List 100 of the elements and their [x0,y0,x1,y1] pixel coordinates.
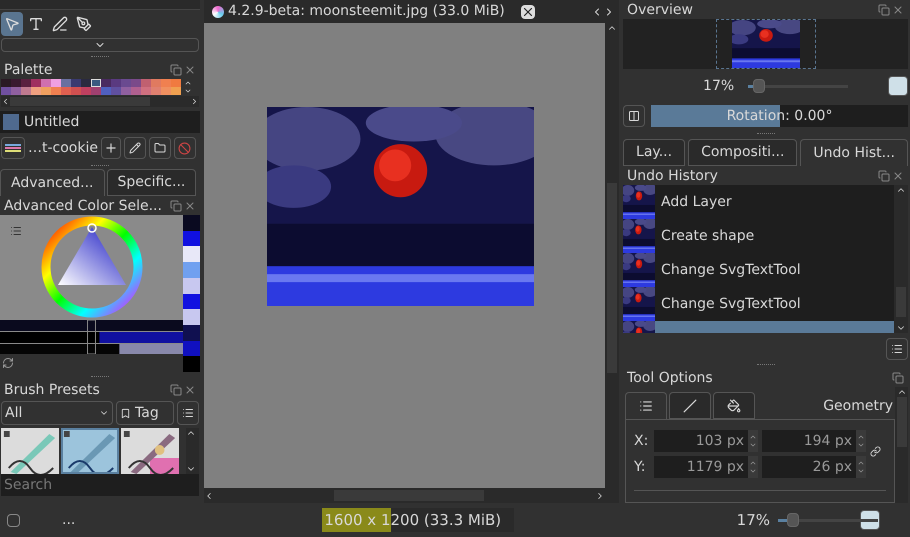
palette-icon[interactable] [1,137,25,159]
color-swatch[interactable] [61,79,71,87]
edit-button[interactable] [124,137,146,159]
number-field[interactable]: 103 px [654,430,758,452]
color-swatch[interactable] [41,79,51,87]
color-swatch[interactable] [31,79,41,87]
color-swatch[interactable] [151,79,161,87]
color-swatch[interactable] [41,87,51,95]
history-item[interactable]: Change SvgTextTool [623,253,894,287]
scroll-up-icon[interactable] [184,79,192,87]
current-color-row[interactable]: Untitled [0,111,200,133]
float-icon[interactable] [170,64,182,76]
color-swatch[interactable] [101,87,111,95]
canvas[interactable] [204,23,606,488]
color-swatch[interactable] [1,79,11,87]
fit-button[interactable] [888,76,908,96]
float-icon[interactable] [170,200,182,212]
tag-button[interactable]: Tag [116,401,174,425]
vertical-scrollbar[interactable] [895,387,908,503]
tab[interactable]: Advanced... [0,169,105,196]
color-swatch[interactable] [131,79,141,87]
color-swatch[interactable] [91,79,101,87]
drag-handle[interactable] [91,164,109,166]
color-swatch[interactable] [161,79,171,87]
number-field[interactable]: 26 px [762,456,866,478]
brush-preset[interactable] [61,428,119,474]
color-swatch[interactable] [31,87,41,95]
color-swatch[interactable] [81,79,91,87]
link-icon[interactable] [870,446,882,456]
tool-button[interactable] [1,12,23,36]
color-sliders-drawing[interactable] [0,320,183,354]
color-swatch[interactable] [21,87,31,95]
options-button[interactable] [886,338,908,360]
tab[interactable] [625,392,668,419]
horizontal-scrollbar[interactable] [1,96,199,107]
color-swatch[interactable] [71,87,81,95]
color-swatch[interactable] [101,79,111,87]
refresh-icon[interactable] [2,357,14,369]
color-swatch[interactable] [21,79,31,87]
color-swatch[interactable] [111,87,121,95]
drag-handle[interactable] [756,132,775,134]
tab[interactable]: Lay... [623,139,686,166]
color-swatch[interactable] [81,87,91,95]
tab[interactable]: Undo Hist... [800,139,908,166]
number-field[interactable]: 194 px [762,430,866,452]
close-icon[interactable] [520,4,535,18]
color-swatch[interactable] [161,87,171,95]
color-wheel-drawing[interactable] [40,215,144,319]
history-item[interactable]: Create shape [623,219,894,253]
color-swatch[interactable] [183,340,200,356]
color-swatch[interactable] [183,309,200,325]
number-field[interactable]: 1179 px [654,456,758,478]
color-swatch[interactable] [121,87,131,95]
color-swatch[interactable] [121,79,131,87]
color-swatch[interactable] [61,87,71,95]
color-swatch[interactable] [183,262,200,278]
float-icon[interactable] [878,170,890,182]
view-options-button[interactable] [177,401,199,425]
tab[interactable] [713,392,756,419]
history-item[interactable] [623,321,894,333]
horizontal-scrollbar[interactable] [204,488,620,503]
color-swatch[interactable] [51,79,61,87]
vertical-scrollbar[interactable] [186,428,199,474]
color-swatch[interactable] [183,230,200,246]
color-swatch[interactable] [11,87,21,95]
open-button[interactable] [148,137,171,159]
color-swatch[interactable] [141,87,151,95]
color-swatch[interactable] [71,79,81,87]
float-icon[interactable] [892,372,904,384]
color-swatch[interactable] [183,246,200,262]
history-item[interactable]: Add Layer [623,185,894,219]
color-swatch[interactable] [151,87,161,95]
color-swatch[interactable] [91,87,101,95]
color-swatch[interactable] [51,87,61,95]
color-swatch[interactable] [1,87,11,95]
color-swatch[interactable] [183,356,200,372]
tab[interactable]: Compositi... [688,139,798,166]
search-field[interactable]: Search [1,474,199,496]
brush-preset[interactable] [1,428,59,474]
color-swatch[interactable] [183,215,200,231]
color-swatch[interactable] [183,324,200,341]
zoom-slider[interactable] [748,79,848,93]
brush-preset[interactable] [121,428,179,474]
color-swatch[interactable] [183,278,200,294]
color-swatch[interactable] [183,294,200,310]
selection-icon[interactable] [7,514,20,526]
color-swatch[interactable] [171,87,181,95]
mirror-button[interactable] [623,105,646,127]
color-swatch[interactable] [171,79,181,87]
float-icon[interactable] [170,384,182,396]
vertical-scrollbar[interactable] [894,185,908,333]
color-swatch[interactable] [11,79,21,87]
color-swatch[interactable] [111,79,121,87]
tab[interactable]: Specific... [106,169,196,196]
add-button[interactable] [100,137,121,159]
color-swatch[interactable] [141,79,151,87]
color-swatch[interactable] [131,87,141,95]
float-icon[interactable] [878,4,890,16]
filter-dropdown[interactable]: All [1,401,113,425]
scroll-down-icon[interactable] [184,87,192,95]
